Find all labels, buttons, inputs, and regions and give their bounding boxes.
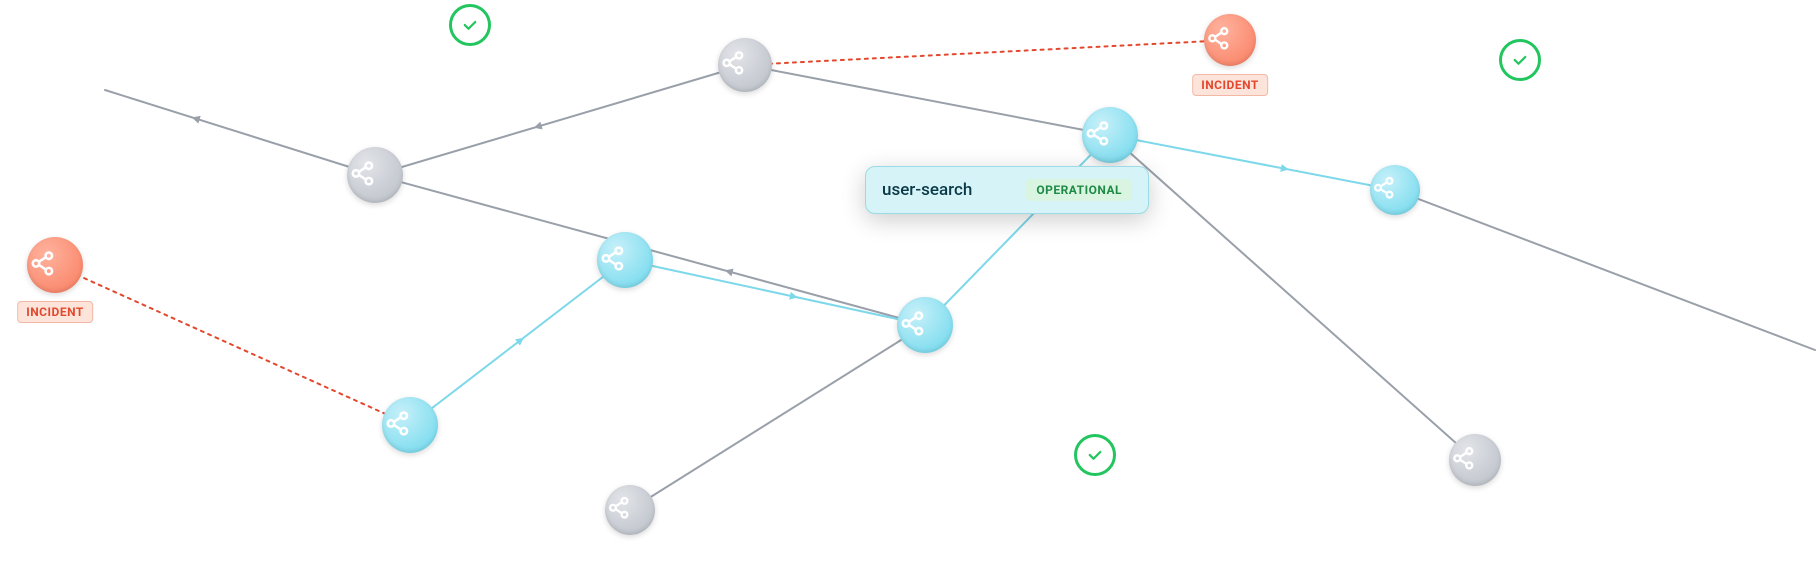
service-node[interactable]: [27, 237, 83, 293]
service-node[interactable]: [382, 397, 438, 453]
share-icon: [1204, 24, 1256, 57]
service-node[interactable]: [1204, 14, 1256, 66]
share-icon: [382, 408, 438, 443]
service-node[interactable]: [1370, 165, 1420, 215]
share-icon: [27, 248, 83, 283]
share-icon: [718, 48, 772, 82]
share-icon: [1449, 444, 1501, 477]
share-icon: [347, 158, 403, 193]
service-node[interactable]: [1449, 434, 1501, 486]
edge-layer: [0, 0, 1816, 576]
service-node[interactable]: [718, 38, 772, 92]
check-circle-icon: [1074, 434, 1116, 476]
service-map-canvas[interactable]: INCIDENT: [0, 0, 1816, 576]
service-node[interactable]: [1082, 107, 1138, 163]
service-tooltip[interactable]: user-search OPERATIONAL: [865, 166, 1149, 214]
status-badge-incident: INCIDENT: [17, 301, 93, 323]
share-icon: [597, 243, 653, 278]
share-icon: [1370, 174, 1420, 206]
service-node[interactable]: [597, 232, 653, 288]
share-icon: [605, 494, 655, 526]
check-circle-icon: [1499, 39, 1541, 81]
status-badge-operational: OPERATIONAL: [1026, 179, 1132, 201]
service-node[interactable]: [347, 147, 403, 203]
status-badge-incident: INCIDENT: [1192, 74, 1268, 96]
service-name: user-search: [882, 180, 972, 200]
share-icon: [897, 308, 953, 343]
check-circle-icon: [449, 4, 491, 46]
service-node[interactable]: [605, 485, 655, 535]
service-node[interactable]: [897, 297, 953, 353]
share-icon: [1082, 118, 1138, 153]
